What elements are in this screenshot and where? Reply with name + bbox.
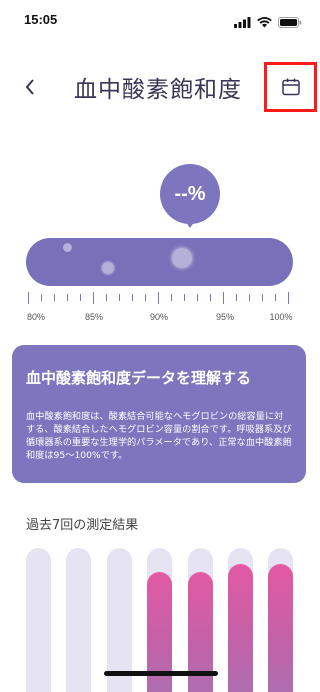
back-button[interactable] [18, 72, 42, 102]
history-bar[interactable] [268, 548, 293, 692]
saturation-gauge [26, 238, 293, 286]
info-card-title: 血中酸素飽和度データを理解する [26, 369, 252, 387]
gauge-tick [210, 294, 212, 301]
battery-icon [278, 13, 302, 32]
gauge-sparkle [172, 248, 192, 268]
gauge-tick-label: 80% [26, 312, 46, 322]
gauge-tick [184, 294, 186, 301]
gauge-tick [249, 294, 251, 301]
gauge-sparkle [102, 262, 114, 274]
gauge-tick [236, 294, 238, 301]
gauge-tick [67, 294, 69, 301]
gauge-tick-label: 90% [149, 312, 169, 322]
gauge-tick [54, 294, 56, 301]
info-card-body: 血中酸素飽和度は、酸素結合可能なヘモグロビンの総容量に対する、酸素結合したヘモグ… [26, 411, 292, 461]
history-bar[interactable] [26, 548, 51, 692]
calendar-button[interactable] [264, 62, 317, 112]
gauge-sparkle [63, 243, 72, 252]
gauge-tick [275, 294, 277, 301]
gauge-tick [262, 294, 264, 301]
gauge-tick [106, 294, 108, 301]
gauge-tick [197, 294, 199, 301]
gauge-tick [93, 292, 95, 304]
gauge-tick-labels: 80% 85% 90% 95% 100% [0, 312, 320, 326]
status-bar: 15:05 [0, 0, 320, 40]
gauge-tick [119, 294, 121, 301]
reading-bubble: --% [160, 164, 220, 228]
status-time: 15:05 [24, 12, 58, 27]
gauge-tick [28, 292, 30, 304]
signal-icon [234, 13, 251, 32]
gauge-tick [132, 294, 134, 301]
history-bar-fill [228, 564, 253, 692]
page-title: 血中酸素飽和度 [74, 77, 242, 103]
history-title: 過去7回の測定結果 [26, 518, 139, 533]
gauge-tick [80, 294, 82, 301]
gauge-tick-label: 95% [215, 312, 235, 322]
gauge-tick [223, 292, 225, 304]
gauge-tick [41, 294, 43, 301]
gauge-tick [158, 292, 160, 304]
gauge-tick [145, 294, 147, 301]
gauge-tick [288, 292, 290, 304]
calendar-icon [281, 78, 300, 96]
reading-value: --% [174, 182, 206, 205]
home-indicator [104, 671, 218, 676]
history-bar[interactable] [66, 548, 91, 692]
chevron-left-icon [25, 79, 34, 95]
gauge-tick-label: 100% [269, 312, 293, 322]
status-icons [234, 13, 302, 32]
wifi-icon [257, 13, 272, 32]
gauge-tick-label: 85% [84, 312, 104, 322]
gauge-tick [171, 294, 173, 301]
history-bar-fill [268, 564, 293, 692]
info-card[interactable]: 血中酸素飽和度データを理解する 血中酸素飽和度は、酸素結合可能なヘモグロビンの総… [12, 345, 306, 483]
gauge-ticks [28, 292, 290, 306]
history-bar[interactable] [228, 548, 253, 692]
